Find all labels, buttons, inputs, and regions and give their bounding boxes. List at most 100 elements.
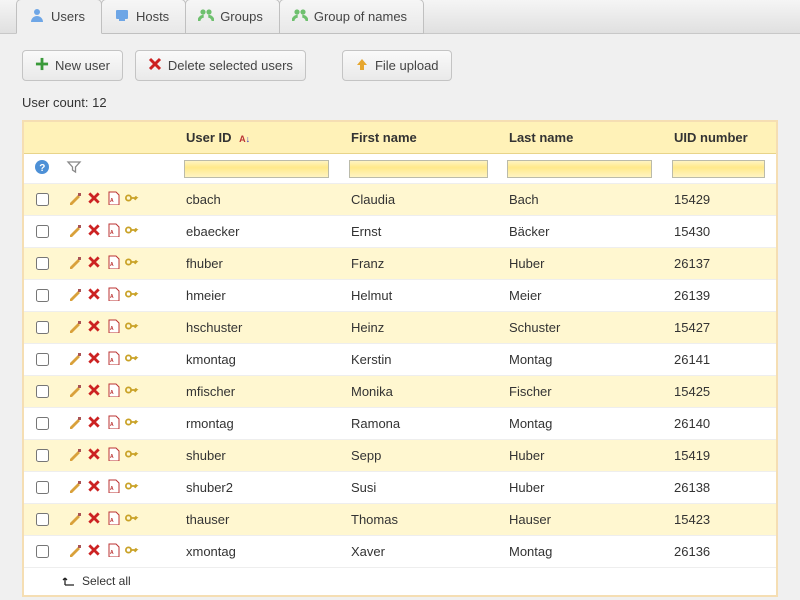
edit-icon[interactable] xyxy=(68,255,82,272)
delete-icon[interactable] xyxy=(87,319,101,336)
new-user-button[interactable]: New user xyxy=(22,50,123,81)
delete-icon[interactable] xyxy=(87,383,101,400)
delete-icon[interactable] xyxy=(87,543,101,560)
key-icon[interactable] xyxy=(125,447,139,464)
row-checkbox[interactable] xyxy=(36,353,49,366)
col-last-name[interactable]: Last name xyxy=(501,122,666,154)
cell-user-id[interactable]: cbach xyxy=(178,184,343,216)
select-all-link[interactable]: Select all xyxy=(24,568,776,595)
cell-user-id[interactable]: rmontag xyxy=(178,408,343,440)
select-all-label: Select all xyxy=(82,574,131,588)
delete-icon[interactable] xyxy=(87,351,101,368)
tab-group-of-names[interactable]: Group of names xyxy=(279,0,424,34)
filter-user-id[interactable] xyxy=(184,160,329,178)
table-row: kmontagKerstinMontag26141 xyxy=(24,344,776,376)
edit-icon[interactable] xyxy=(68,287,82,304)
delete-icon[interactable] xyxy=(87,287,101,304)
pdf-icon[interactable] xyxy=(106,319,120,336)
file-upload-button[interactable]: File upload xyxy=(342,50,452,81)
col-label: Last name xyxy=(509,130,573,145)
edit-icon[interactable] xyxy=(68,543,82,560)
tab-users[interactable]: Users xyxy=(16,0,102,34)
delete-icon[interactable] xyxy=(87,255,101,272)
row-checkbox[interactable] xyxy=(36,513,49,526)
cell-user-id[interactable]: fhuber xyxy=(178,248,343,280)
pdf-icon[interactable] xyxy=(106,351,120,368)
pdf-icon[interactable] xyxy=(106,383,120,400)
key-icon[interactable] xyxy=(125,223,139,240)
key-icon[interactable] xyxy=(125,351,139,368)
filter-icon[interactable] xyxy=(66,163,82,178)
cell-user-id[interactable]: mfischer xyxy=(178,376,343,408)
key-icon[interactable] xyxy=(125,511,139,528)
delete-icon[interactable] xyxy=(87,511,101,528)
key-icon[interactable] xyxy=(125,255,139,272)
key-icon[interactable] xyxy=(125,543,139,560)
pdf-icon[interactable] xyxy=(106,479,120,496)
tab-label: Groups xyxy=(220,9,263,24)
delete-icon[interactable] xyxy=(87,447,101,464)
cell-user-id[interactable]: shuber2 xyxy=(178,472,343,504)
key-icon[interactable] xyxy=(125,383,139,400)
edit-icon[interactable] xyxy=(68,479,82,496)
pdf-icon[interactable] xyxy=(106,255,120,272)
cell-user-id[interactable]: ebaecker xyxy=(178,216,343,248)
pdf-icon[interactable] xyxy=(106,447,120,464)
row-checkbox[interactable] xyxy=(36,289,49,302)
key-icon[interactable] xyxy=(125,319,139,336)
edit-icon[interactable] xyxy=(68,223,82,240)
col-user-id[interactable]: User ID A↓ xyxy=(178,122,343,154)
row-checkbox[interactable] xyxy=(36,257,49,270)
cell-user-id[interactable]: xmontag xyxy=(178,536,343,568)
row-checkbox[interactable] xyxy=(36,321,49,334)
edit-icon[interactable] xyxy=(68,447,82,464)
cell-user-id[interactable]: hschuster xyxy=(178,312,343,344)
cell-user-id[interactable]: shuber xyxy=(178,440,343,472)
filter-last-name[interactable] xyxy=(507,160,652,178)
cell-first-name: Claudia xyxy=(343,184,501,216)
edit-icon[interactable] xyxy=(68,511,82,528)
host-icon xyxy=(114,7,130,26)
col-first-name[interactable]: First name xyxy=(343,122,501,154)
col-uid-number[interactable]: UID number xyxy=(666,122,776,154)
delete-icon[interactable] xyxy=(87,223,101,240)
cell-last-name: Montag xyxy=(501,344,666,376)
table-row: ebaeckerErnstBäcker15430 xyxy=(24,216,776,248)
help-icon[interactable] xyxy=(34,163,50,178)
tab-groups[interactable]: Groups xyxy=(185,0,280,34)
row-checkbox[interactable] xyxy=(36,481,49,494)
key-icon[interactable] xyxy=(125,191,139,208)
edit-icon[interactable] xyxy=(68,415,82,432)
pdf-icon[interactable] xyxy=(106,191,120,208)
row-checkbox[interactable] xyxy=(36,385,49,398)
key-icon[interactable] xyxy=(125,479,139,496)
pdf-icon[interactable] xyxy=(106,287,120,304)
tab-hosts[interactable]: Hosts xyxy=(101,0,186,34)
delete-selected-button[interactable]: Delete selected users xyxy=(135,50,306,81)
pdf-icon[interactable] xyxy=(106,223,120,240)
edit-icon[interactable] xyxy=(68,319,82,336)
delete-icon[interactable] xyxy=(87,191,101,208)
edit-icon[interactable] xyxy=(68,191,82,208)
row-checkbox[interactable] xyxy=(36,417,49,430)
key-icon[interactable] xyxy=(125,287,139,304)
filter-first-name[interactable] xyxy=(349,160,488,178)
cell-uid-number: 15419 xyxy=(666,440,776,472)
key-icon[interactable] xyxy=(125,415,139,432)
cell-user-id[interactable]: thauser xyxy=(178,504,343,536)
row-checkbox[interactable] xyxy=(36,225,49,238)
edit-icon[interactable] xyxy=(68,351,82,368)
cell-user-id[interactable]: hmeier xyxy=(178,280,343,312)
delete-icon[interactable] xyxy=(87,479,101,496)
pdf-icon[interactable] xyxy=(106,543,120,560)
filter-uid-number[interactable] xyxy=(672,160,765,178)
cell-user-id[interactable]: kmontag xyxy=(178,344,343,376)
delete-icon[interactable] xyxy=(87,415,101,432)
row-checkbox[interactable] xyxy=(36,449,49,462)
col-label: UID number xyxy=(674,130,748,145)
row-checkbox[interactable] xyxy=(36,193,49,206)
row-checkbox[interactable] xyxy=(36,545,49,558)
pdf-icon[interactable] xyxy=(106,415,120,432)
pdf-icon[interactable] xyxy=(106,511,120,528)
edit-icon[interactable] xyxy=(68,383,82,400)
